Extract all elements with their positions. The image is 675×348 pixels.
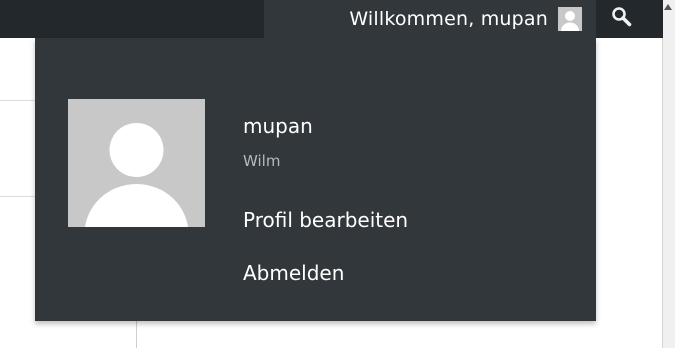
username: Wilm [243, 152, 281, 170]
display-name[interactable]: mupan [243, 114, 313, 138]
page-divider [136, 320, 137, 348]
page-divider [0, 196, 36, 197]
vertical-scrollbar[interactable] [662, 0, 675, 348]
edit-profile-link[interactable]: Profil bearbeiten [243, 208, 408, 232]
logout-link[interactable]: Abmelden [243, 261, 344, 285]
user-avatar-icon [558, 7, 582, 31]
search-button[interactable] [598, 0, 646, 38]
welcome-text: Willkommen, mupan [349, 8, 548, 30]
my-account-menu-trigger[interactable]: Willkommen, mupan [264, 0, 596, 38]
admin-bar: Willkommen, mupan [0, 0, 663, 38]
scroll-up-arrow-icon[interactable] [664, 4, 672, 10]
search-icon [611, 6, 633, 32]
user-avatar-large[interactable] [68, 99, 205, 227]
account-dropdown: mupan Wilm Profil bearbeiten Abmelden [35, 38, 596, 321]
page-divider [0, 100, 36, 101]
